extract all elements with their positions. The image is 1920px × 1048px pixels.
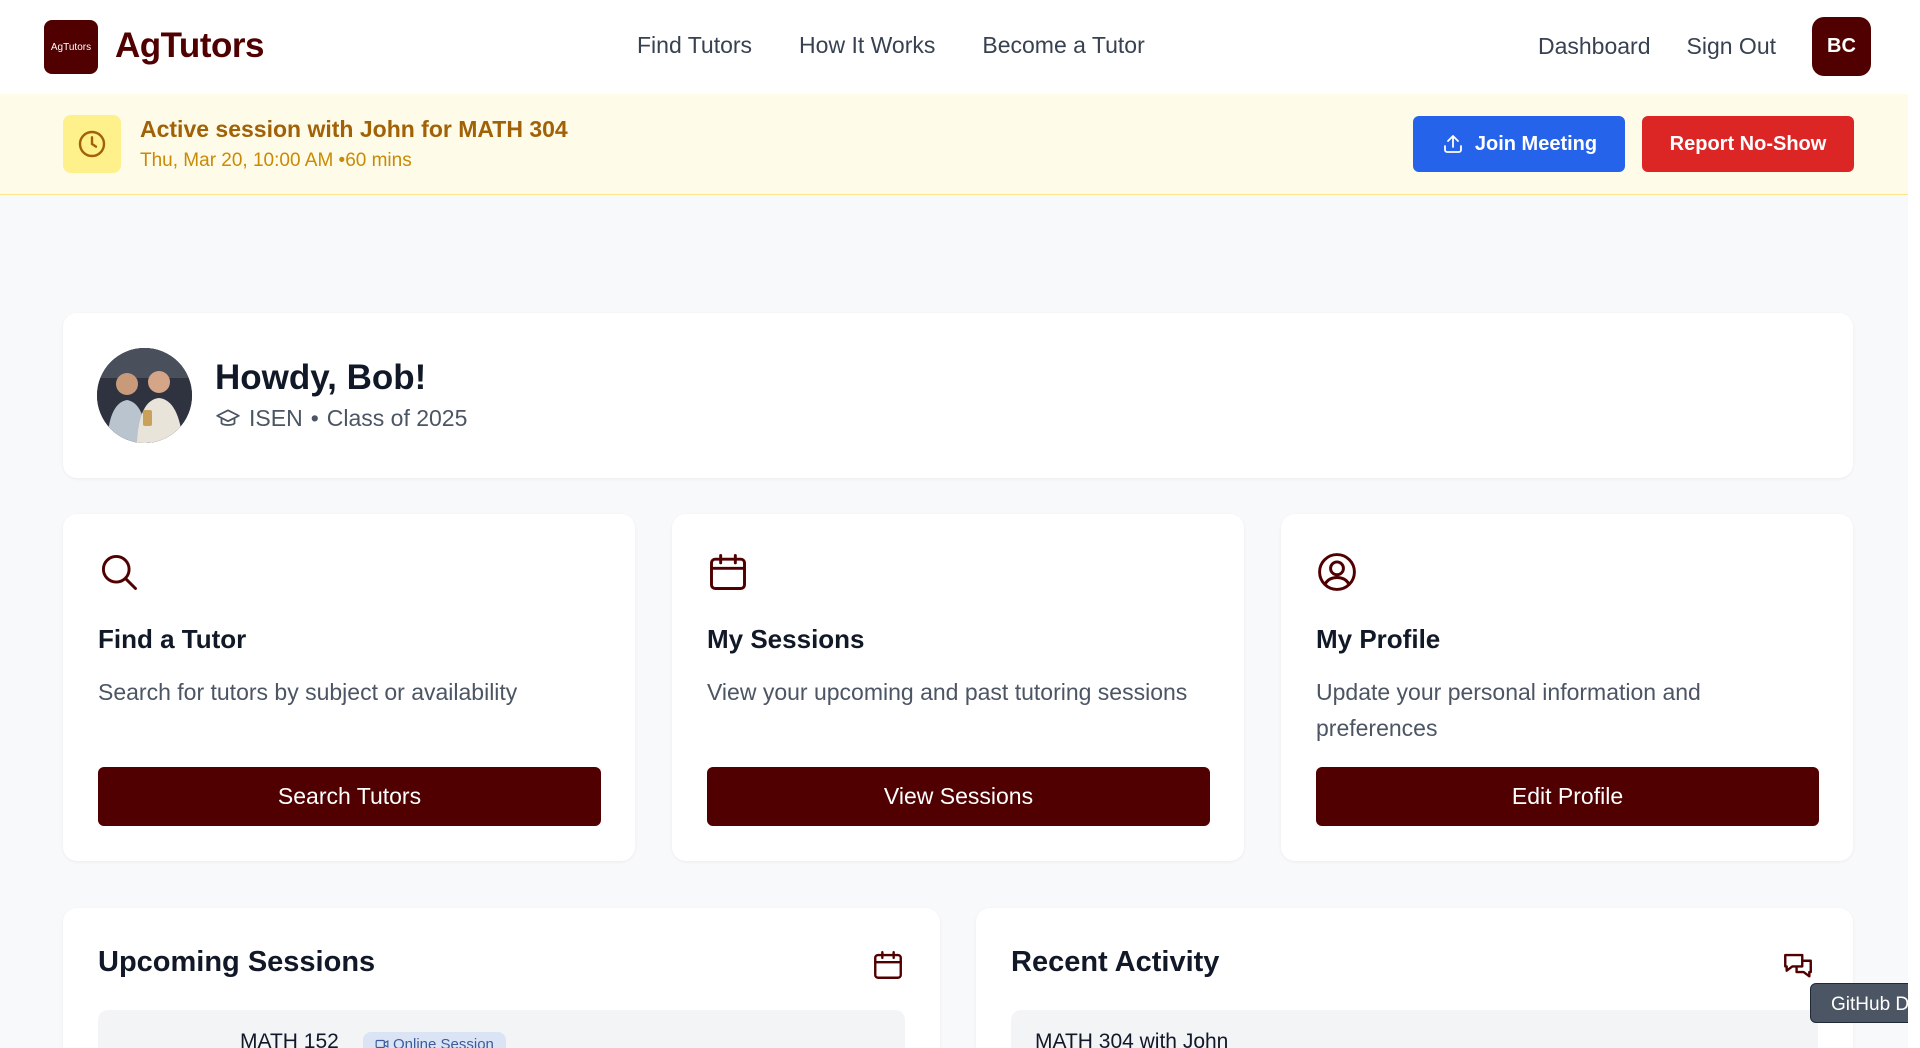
active-session-banner: Active session with John for MATH 304 Th… (0, 94, 1920, 195)
nav-find-tutors[interactable]: Find Tutors (637, 32, 752, 59)
class-year: Class of 2025 (326, 405, 468, 431)
user-nav: Dashboard Sign Out BC (1538, 17, 1871, 76)
upload-icon (1443, 135, 1462, 153)
clock-icon (63, 115, 121, 173)
user-avatar[interactable]: BC (1812, 17, 1871, 76)
chat-icon[interactable] (1781, 948, 1815, 987)
top-navbar: AgTutors AgTutors Find Tutors How It Wor… (0, 0, 1920, 94)
search-icon (97, 550, 141, 599)
card-title: My Sessions (707, 624, 865, 654)
session-course: MATH 152 (240, 1030, 339, 1048)
scrollbar[interactable] (1908, 0, 1920, 1048)
card-description: View your upcoming and past tutoring ses… (707, 679, 1188, 705)
separator: • (310, 405, 319, 431)
calendar-icon (871, 948, 905, 987)
search-tutors-button[interactable]: Search Tutors (98, 767, 601, 826)
section-title: Upcoming Sessions (98, 946, 376, 978)
card-description: Update your personal information and pre… (1316, 679, 1701, 741)
join-meeting-label: Join Meeting (1474, 132, 1598, 155)
view-sessions-button[interactable]: View Sessions (707, 767, 1210, 826)
activity-text: MATH 304 with John (1035, 1030, 1229, 1048)
github-tooltip: GitHub De (1810, 983, 1920, 1023)
activity-item[interactable]: MATH 304 with John (1011, 1010, 1818, 1048)
my-profile-card: My Profile Update your personal informat… (1281, 514, 1853, 861)
upcoming-sessions-card: Upcoming Sessions MATH 152 Online Sessio… (63, 908, 940, 1048)
session-time: Thu, Mar 20, 10:00 AM •60 mins (140, 150, 412, 171)
badge-label: Online Session (393, 1035, 494, 1048)
card-title: Find a Tutor (98, 624, 247, 654)
recent-activity-card: Recent Activity MATH 304 with John (976, 908, 1853, 1048)
graduation-cap-icon (216, 408, 240, 426)
video-icon (375, 1039, 389, 1048)
greeting: Howdy, Bob! (215, 358, 427, 397)
session-title: Active session with John for MATH 304 (140, 116, 568, 142)
profile-photo (97, 348, 192, 443)
sign-out-link[interactable]: Sign Out (1687, 33, 1777, 60)
calendar-icon (706, 550, 750, 599)
report-no-show-button[interactable]: Report No-Show (1642, 116, 1854, 172)
user-circle-icon (1315, 550, 1359, 599)
card-title: My Profile (1316, 624, 1441, 654)
nav-become-tutor[interactable]: Become a Tutor (982, 32, 1144, 59)
major: ISEN (249, 405, 303, 431)
nav-how-it-works[interactable]: How It Works (799, 32, 935, 59)
nav-dashboard[interactable]: Dashboard (1538, 33, 1651, 60)
find-tutor-card: Find a Tutor Search for tutors by subjec… (63, 514, 635, 861)
join-meeting-button[interactable]: Join Meeting (1413, 116, 1625, 172)
student-info: ISEN • Class of 2025 (215, 405, 467, 432)
edit-profile-button[interactable]: Edit Profile (1316, 767, 1819, 826)
main-nav: Find Tutors How It Works Become a Tutor (637, 32, 1145, 59)
session-item[interactable]: MATH 152 Online Session (98, 1010, 905, 1048)
my-sessions-card: My Sessions View your upcoming and past … (672, 514, 1244, 861)
brand-name[interactable]: AgTutors (115, 26, 264, 66)
online-session-badge: Online Session (363, 1032, 506, 1048)
logo-text: AgTutors (50, 41, 92, 53)
logo-icon[interactable]: AgTutors (44, 20, 98, 74)
section-title: Recent Activity (1011, 946, 1220, 978)
card-description: Search for tutors by subject or availabi… (98, 679, 518, 705)
welcome-card: Howdy, Bob! ISEN • Class of 2025 (63, 313, 1853, 478)
